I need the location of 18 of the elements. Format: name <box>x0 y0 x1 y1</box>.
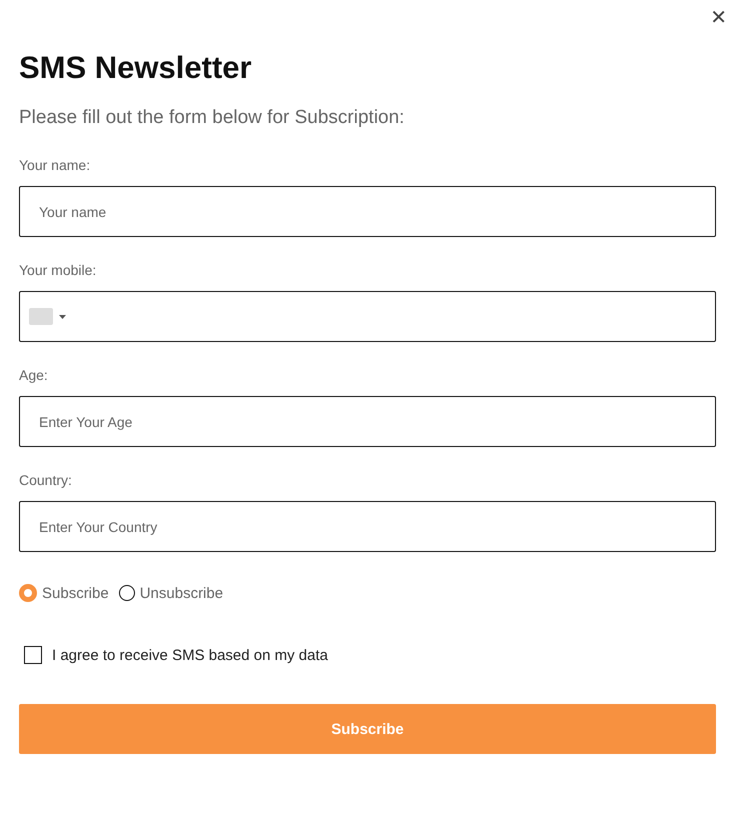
radio-label: Unsubscribe <box>140 584 224 602</box>
checkbox[interactable] <box>24 646 42 664</box>
field-label: Your mobile: <box>19 261 98 279</box>
input-field[interactable]: Enter Your Age <box>19 396 716 447</box>
field-label: Country: <box>19 471 73 489</box>
radio-button[interactable] <box>118 585 135 601</box>
phone-input-field[interactable] <box>19 291 716 342</box>
checkbox-label: I agree to receive SMS based on my data <box>52 646 328 664</box>
input-field[interactable]: Enter Your Country <box>19 501 716 552</box>
field-label: Age: <box>19 366 49 384</box>
caret-icon[interactable] <box>59 314 66 318</box>
form-title: SMS Newsletter <box>19 49 253 86</box>
input-field[interactable]: Your name <box>19 186 716 237</box>
radio-label: Subscribe <box>42 584 109 602</box>
form-description: Please fill out the form below for Subscription: <box>19 106 406 130</box>
field-label: Your name: <box>19 156 92 174</box>
close-button[interactable]: ✕ <box>708 3 729 31</box>
radio-button[interactable] <box>19 584 37 602</box>
